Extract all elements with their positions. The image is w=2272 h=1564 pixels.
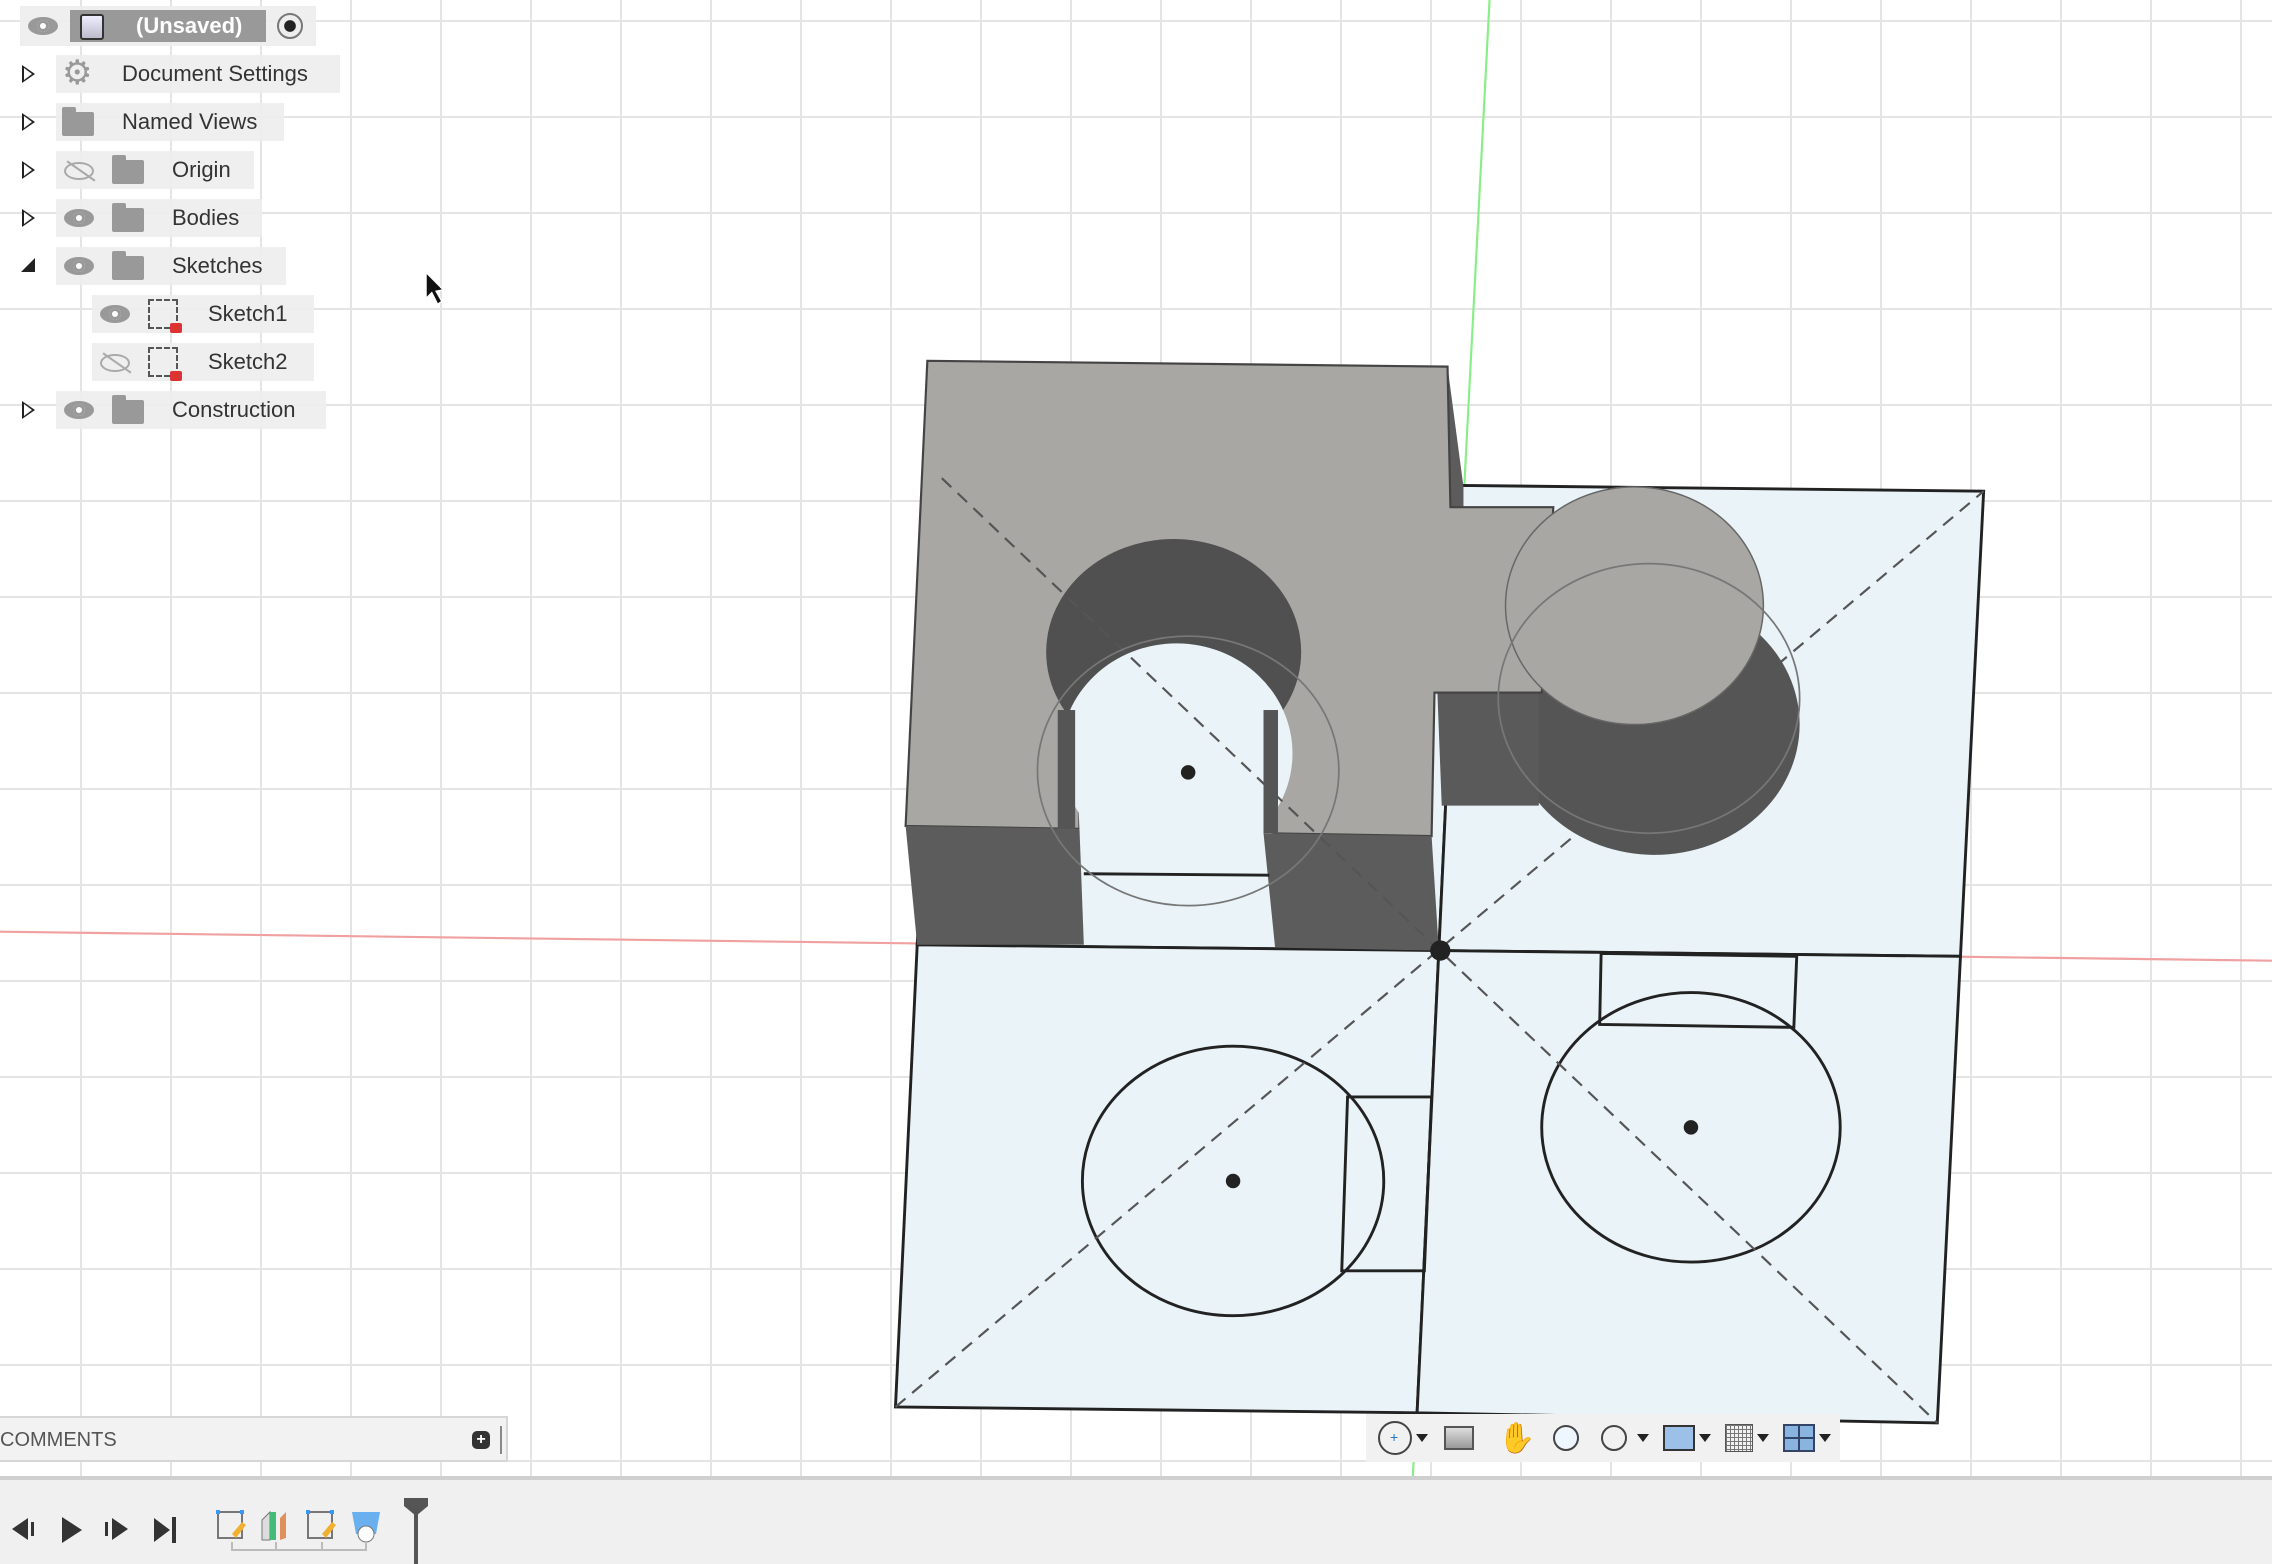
browser-item-sketches[interactable]: Sketches [56, 247, 286, 285]
folder-icon [112, 155, 144, 184]
look-at-button[interactable] [1444, 1421, 1474, 1455]
keyhole-bottom [1060, 643, 1293, 864]
pan-button[interactable]: ✋ [1498, 1421, 1535, 1455]
body-front-face [1263, 833, 1439, 951]
eye-hidden-icon[interactable] [100, 354, 130, 372]
eye-icon[interactable] [64, 257, 94, 275]
item-label: Sketch2 [208, 349, 288, 374]
eye-icon[interactable] [28, 17, 58, 35]
root-label: (Unsaved) [136, 13, 243, 38]
expand-arrow-icon[interactable] [22, 161, 35, 179]
folder-icon [112, 395, 144, 424]
mouse-cursor [425, 270, 445, 306]
eye-hidden-icon[interactable] [64, 162, 94, 180]
zoom-button[interactable] [1553, 1421, 1580, 1455]
navigation-toolbar: + ✋ [1366, 1414, 1840, 1462]
body-front-face [905, 825, 1084, 945]
display-settings-button[interactable] [1663, 1421, 1712, 1455]
fit-icon [1601, 1425, 1628, 1451]
timeline-feature-sketch[interactable] [306, 1510, 336, 1539]
browser-item-document-settings[interactable]: ⚙ Document Settings [56, 55, 340, 93]
browser-item-sketch2[interactable]: Sketch2 [92, 343, 314, 381]
display-settings-icon [1663, 1425, 1696, 1451]
item-label: Construction [172, 397, 296, 422]
browser-item-bodies[interactable]: Bodies [56, 199, 262, 237]
root-label-box[interactable]: (Unsaved) [70, 10, 266, 42]
orbit-button[interactable]: + [1378, 1421, 1428, 1455]
expand-arrow-icon[interactable] [22, 65, 35, 83]
folder-icon [112, 203, 144, 232]
browser-item-construction[interactable]: Construction [56, 391, 326, 429]
sketch-locked-icon [148, 347, 182, 381]
comments-panel[interactable]: COMMENTS + [0, 1416, 508, 1462]
timeline-feature-hole[interactable] [352, 1512, 380, 1543]
browser-item-sketch1[interactable]: Sketch1 [92, 295, 314, 333]
activate-radio-icon[interactable] [277, 13, 303, 39]
fit-button[interactable] [1601, 1421, 1650, 1455]
expand-arrow-icon[interactable] [22, 113, 35, 131]
browser-item-origin[interactable]: Origin [56, 151, 254, 189]
item-label: Sketches [172, 253, 263, 278]
chevron-down-icon[interactable] [1699, 1434, 1712, 1442]
item-label: Document Settings [122, 61, 308, 86]
look-at-icon [1444, 1426, 1474, 1450]
expand-arrow-icon[interactable] [22, 401, 35, 419]
step-forward-icon[interactable] [104, 1516, 130, 1542]
eye-icon[interactable] [64, 209, 94, 227]
body-side-face [1437, 692, 1539, 806]
add-comment-button[interactable]: + [472, 1431, 490, 1449]
grid-settings-button[interactable] [1725, 1421, 1770, 1455]
model-scene[interactable] [0, 0, 2272, 1478]
body-lobe-top [1504, 486, 1765, 726]
play-icon[interactable] [60, 1516, 84, 1544]
timeline-marker[interactable] [404, 1498, 428, 1564]
viewports-icon [1783, 1424, 1816, 1452]
circle-center-point [1225, 1173, 1241, 1189]
timeline-panel [0, 1476, 2272, 1564]
gear-icon: ⚙ [62, 54, 93, 92]
collapse-arrow-icon[interactable] [21, 258, 35, 272]
folder-icon [112, 251, 144, 280]
eye-icon[interactable] [64, 401, 94, 419]
viewports-button[interactable] [1783, 1421, 1832, 1455]
chevron-down-icon[interactable] [1819, 1434, 1832, 1442]
step-back-icon[interactable] [10, 1516, 36, 1542]
comments-title: COMMENTS [0, 1429, 117, 1451]
pan-icon: ✋ [1498, 1421, 1536, 1455]
item-label: Named Views [122, 109, 258, 134]
expand-arrow-icon[interactable] [22, 209, 35, 227]
canvas-viewport[interactable] [0, 0, 2272, 1478]
item-label: Bodies [172, 205, 240, 230]
eye-icon[interactable] [100, 305, 130, 323]
go-to-end-icon[interactable] [152, 1516, 178, 1544]
chevron-down-icon[interactable] [1416, 1434, 1428, 1442]
browser-item-named-views[interactable]: Named Views [56, 103, 284, 141]
timeline-features [216, 1510, 380, 1551]
timeline-feature-extrude[interactable] [261, 1510, 286, 1541]
timeline-feature-sketch[interactable] [216, 1510, 246, 1539]
component-cube-icon [80, 14, 104, 40]
orbit-icon: + [1378, 1421, 1412, 1455]
panel-grip-icon[interactable] [500, 1426, 505, 1454]
item-label: Origin [172, 157, 231, 182]
circle-center-point [1683, 1120, 1699, 1135]
chevron-down-icon[interactable] [1637, 1434, 1650, 1442]
origin-point [1430, 940, 1451, 961]
zoom-icon [1553, 1425, 1580, 1451]
grid-icon [1725, 1424, 1754, 1452]
chevron-down-icon[interactable] [1757, 1434, 1770, 1442]
browser-root-row[interactable]: (Unsaved) [20, 6, 316, 46]
circle-center-point [1180, 765, 1196, 780]
sketch-locked-icon [148, 299, 182, 333]
folder-icon [62, 107, 94, 136]
item-label: Sketch1 [208, 301, 288, 326]
